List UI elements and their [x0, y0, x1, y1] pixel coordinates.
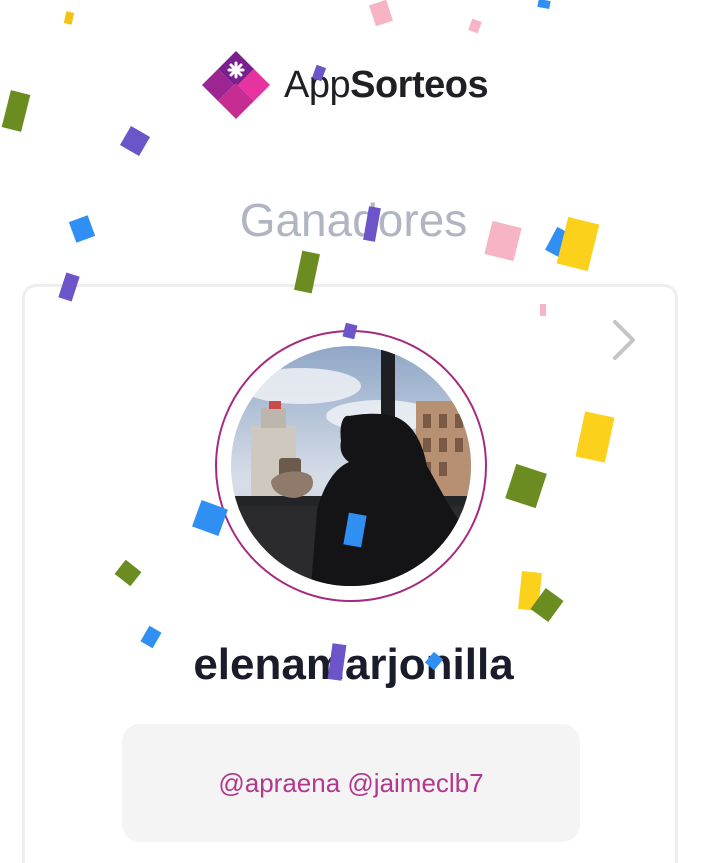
confetti-piece — [1, 90, 31, 132]
appsorteos-logo-icon — [200, 49, 272, 121]
brand-name-light: App — [284, 63, 351, 106]
next-winner-button[interactable] — [606, 316, 642, 364]
page: AppSorteos Ganadores elenamarjonilla @ap… — [0, 0, 707, 863]
winner-avatar — [231, 346, 471, 586]
winner-username: elenamarjonilla — [193, 640, 514, 689]
brand-name-bold: Sorteos — [350, 63, 489, 106]
winner-comment-text: @apraena @jaimeclb7 — [218, 767, 484, 798]
confetti-piece — [63, 11, 75, 25]
winner-comment-box: @apraena @jaimeclb7 — [122, 724, 580, 842]
app-logo: AppSorteos — [200, 49, 489, 121]
confetti-piece — [537, 0, 551, 9]
confetti-piece — [119, 125, 151, 157]
page-title: Ganadores — [239, 194, 468, 246]
confetti-piece — [468, 18, 482, 34]
confetti-piece — [369, 0, 393, 27]
brand-name: AppSorteos — [284, 63, 489, 107]
chevron-right-icon — [613, 320, 635, 360]
